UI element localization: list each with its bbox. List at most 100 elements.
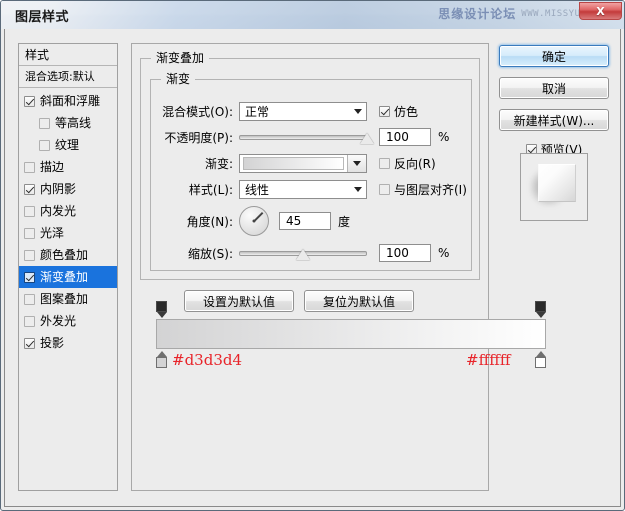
blend-mode-row: 混合模式(O): 正常 仿色 [151, 102, 471, 121]
sidebar-item-5[interactable]: 内发光 [19, 200, 117, 222]
gradient-color-stop-left[interactable] [156, 351, 167, 368]
scale-label: 缩放(S): [187, 246, 233, 261]
gradient-style-select[interactable]: 线性 [239, 180, 367, 199]
sidebar-item-label: 颜色叠加 [40, 248, 89, 262]
chevron-down-icon[interactable] [347, 155, 366, 172]
gradient-picker[interactable] [239, 154, 367, 173]
preview-shape [538, 164, 576, 202]
sidebar-item-label: 内阴影 [40, 182, 77, 196]
sidebar-header: 样式 [19, 44, 117, 66]
gradient-overlay-group-title: 渐变叠加 [151, 51, 210, 65]
angle-label: 角度(N): [186, 214, 233, 229]
align-with-layer-checkbox[interactable]: 与图层对齐(I) [379, 181, 467, 198]
cancel-button[interactable]: 取消 [499, 77, 609, 99]
dither-checkbox-box [379, 106, 390, 117]
title-bar[interactable]: 图层样式 思缘设计论坛 WWW.MISSYUAN.COM X [1, 1, 624, 29]
dither-checkbox[interactable]: 仿色 [379, 103, 418, 120]
gradient-annotation-editor: #d3d3d4 #ffffff [156, 301, 546, 373]
layer-style-dialog: 图层样式 思缘设计论坛 WWW.MISSYUAN.COM X 样式 混合选项:默… [0, 0, 625, 511]
angle-row: 角度(N): 45 度 [151, 206, 471, 236]
sidebar-item-label: 图案叠加 [40, 292, 89, 306]
scale-row: 缩放(S): 100 % [151, 244, 471, 262]
sidebar-item-10[interactable]: 外发光 [19, 310, 117, 332]
angle-input[interactable]: 45 [279, 212, 331, 230]
sidebar-item-2[interactable]: 纹理 [19, 134, 117, 156]
sidebar-item-3[interactable]: 描边 [19, 156, 117, 178]
blend-mode-label: 混合模式(O): [162, 105, 233, 119]
opacity-slider-track [239, 135, 367, 140]
opacity-value: 100 [386, 130, 409, 144]
gradient-style-row: 样式(L): 线性 与图层对齐(I) [151, 180, 471, 199]
sidebar-item-6[interactable]: 光泽 [19, 222, 117, 244]
effect-settings-panel: 渐变叠加 渐变 混合模式(O): 正常 仿色 不透明度(P): 100 % 渐变… [131, 43, 489, 491]
sidebar-effect-list: 斜面和浮雕等高线纹理描边内阴影内发光光泽颜色叠加渐变叠加图案叠加外发光 投影 [19, 88, 117, 354]
opacity-slider[interactable] [239, 129, 374, 145]
gradient-color-stop-right[interactable] [535, 351, 546, 368]
opacity-row: 不透明度(P): 100 % [151, 128, 471, 146]
sidebar-item-1[interactable]: 等高线 [19, 112, 117, 134]
sidebar-item-3-checkbox[interactable] [24, 161, 35, 173]
styles-sidebar: 样式 混合选项:默认 斜面和浮雕等高线纹理描边内阴影内发光光泽颜色叠加渐变叠加图… [18, 43, 118, 491]
gradient-preview-swatch [243, 157, 344, 170]
gradient-subgroup-title: 渐变 [161, 72, 196, 86]
new-style-button[interactable]: 新建样式(W)... [499, 109, 609, 131]
sidebar-item-7-checkbox[interactable] [24, 249, 35, 261]
sidebar-item-8-checkbox[interactable] [24, 271, 35, 283]
gradient-opacity-stop-left[interactable] [156, 301, 167, 318]
sidebar-item-6-checkbox[interactable] [24, 227, 35, 239]
angle-value: 45 [286, 214, 302, 228]
gradient-overlay-group: 渐变叠加 渐变 混合模式(O): 正常 仿色 不透明度(P): 100 % 渐变… [140, 51, 480, 280]
sidebar-item-8[interactable]: 渐变叠加 [19, 266, 117, 288]
reverse-checkbox-box [379, 158, 390, 169]
angle-dial[interactable] [239, 206, 269, 236]
opacity-input[interactable]: 100 [379, 128, 431, 146]
sidebar-item-2-checkbox[interactable] [39, 139, 50, 151]
reverse-checkbox[interactable]: 反向(R) [379, 155, 436, 172]
sidebar-item-7[interactable]: 颜色叠加 [19, 244, 117, 266]
scale-input[interactable]: 100 [379, 244, 431, 262]
sidebar-item-4-checkbox[interactable] [24, 183, 35, 195]
angle-dial-hub [252, 219, 256, 223]
gradient-bar[interactable] [156, 319, 546, 349]
watermark-chinese-text: 思缘设计论坛 [438, 7, 517, 21]
sidebar-item-blending-options[interactable]: 混合选项:默认 [19, 66, 117, 88]
page-title: 图层样式 [15, 10, 70, 25]
gradient-left-hex-label: #d3d3d4 [172, 351, 243, 369]
gradient-label: 渐变: [204, 157, 233, 171]
sidebar-item-11-checkbox[interactable] [24, 337, 35, 349]
align-with-layer-label: 与图层对齐(I) [394, 183, 467, 197]
sidebar-item-9-checkbox[interactable] [24, 293, 35, 305]
chevron-down-icon [350, 181, 366, 198]
sidebar-item-0[interactable]: 斜面和浮雕 [19, 90, 117, 112]
close-button[interactable]: X [579, 2, 622, 20]
sidebar-item-4[interactable]: 内阴影 [19, 178, 117, 200]
angle-unit: 度 [338, 214, 351, 229]
sidebar-item-9[interactable]: 图案叠加 [19, 288, 117, 310]
scale-slider[interactable] [239, 245, 367, 261]
sidebar-item-1-checkbox[interactable] [39, 117, 50, 129]
blend-mode-value: 正常 [245, 105, 270, 119]
ok-button[interactable]: 确定 [499, 45, 609, 67]
gradient-style-label: 样式(L): [188, 183, 233, 197]
align-with-layer-checkbox-box [379, 184, 390, 195]
style-preview-thumbnail [520, 153, 588, 221]
gradient-subgroup: 渐变 混合模式(O): 正常 仿色 不透明度(P): 100 % 渐变: 反向(… [150, 72, 472, 271]
gradient-row: 渐变: 反向(R) [151, 154, 471, 173]
sidebar-item-label: 描边 [40, 160, 65, 174]
opacity-label: 不透明度(P): [164, 130, 233, 145]
sidebar-item-label: 纹理 [55, 138, 80, 152]
sidebar-item-5-checkbox[interactable] [24, 205, 35, 217]
sidebar-item-label: 光泽 [40, 226, 65, 240]
sidebar-item-label: 斜面和浮雕 [40, 94, 101, 108]
chevron-down-icon [350, 103, 366, 120]
sidebar-item-label: 等高线 [55, 116, 92, 130]
sidebar-item-label: 内发光 [40, 204, 77, 218]
scale-slider-thumb[interactable] [296, 249, 310, 260]
gradient-opacity-stop-right[interactable] [535, 301, 546, 318]
sidebar-item-0-checkbox[interactable] [24, 95, 35, 107]
opacity-slider-thumb[interactable] [360, 133, 374, 144]
sidebar-item-11[interactable]: 投影 [19, 332, 117, 354]
blend-mode-select[interactable]: 正常 [239, 102, 367, 121]
reverse-label: 反向(R) [394, 157, 436, 171]
sidebar-item-10-checkbox[interactable] [24, 315, 35, 327]
